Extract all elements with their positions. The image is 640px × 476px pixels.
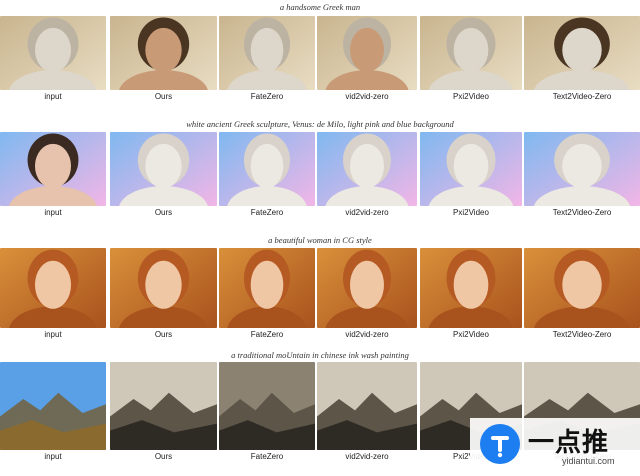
method-label: Ours: [154, 452, 173, 461]
result-image: [420, 248, 522, 328]
result-image: [0, 16, 106, 90]
method-label: FateZero: [250, 330, 284, 339]
result-cell: vid2vid-zero: [317, 248, 417, 342]
method-label: Text2Video-Zero: [552, 330, 612, 339]
result-image: [420, 16, 522, 90]
result-cell: Ours: [110, 362, 217, 464]
method-label: Pxi2Video: [453, 330, 489, 339]
method-label: input: [44, 330, 62, 339]
result-image: [110, 16, 217, 90]
method-label: input: [44, 452, 62, 461]
result-cell: Pxi2Video: [420, 16, 522, 104]
method-label: vid2vid-zero: [345, 208, 389, 217]
watermark-text: 一点推: [528, 428, 610, 458]
result-image: [110, 248, 217, 328]
result-cell: vid2vid-zero: [317, 362, 417, 464]
method-label: vid2vid-zero: [345, 452, 389, 461]
result-image: [219, 248, 315, 328]
watermark-url: yidiantui.com: [562, 456, 615, 466]
method-label: vid2vid-zero: [345, 330, 389, 339]
result-cell: FateZero: [219, 16, 315, 104]
result-image: [0, 248, 106, 328]
method-label: Pxi2Video: [453, 208, 489, 217]
method-label: vid2vid-zero: [345, 92, 389, 101]
result-cell: FateZero: [219, 362, 315, 464]
result-cell: FateZero: [219, 132, 315, 220]
row-3-caption: a beautiful woman in CG style: [268, 235, 372, 245]
result-cell: Text2Video-Zero: [524, 132, 640, 220]
method-label: Pxi2Video: [453, 92, 489, 101]
watermark: 一点推 yidiantui.com: [470, 418, 640, 476]
result-cell: input: [0, 248, 106, 342]
result-cell: Pxi2Video: [420, 132, 522, 220]
result-image: [110, 132, 217, 206]
result-cell: Text2Video-Zero: [524, 248, 640, 342]
result-image: [219, 16, 315, 90]
result-image: [420, 132, 522, 206]
watermark-logo-icon: [480, 424, 520, 464]
result-cell: FateZero: [219, 248, 315, 342]
result-cell: input: [0, 132, 106, 220]
result-image: [317, 16, 417, 90]
result-image: [0, 132, 106, 206]
method-label: FateZero: [250, 452, 284, 461]
result-image: [317, 362, 417, 450]
result-image: [524, 248, 640, 328]
result-image: [317, 248, 417, 328]
method-label: Ours: [154, 92, 173, 101]
row-4-caption: a traditional moUntain in chinese ink wa…: [231, 350, 409, 360]
row-1-caption: a handsome Greek man: [279, 2, 361, 12]
result-image: [0, 362, 106, 450]
result-image: [524, 132, 640, 206]
result-cell: vid2vid-zero: [317, 16, 417, 104]
method-label: FateZero: [250, 208, 284, 217]
result-image: [219, 132, 315, 206]
method-label: Text2Video-Zero: [552, 92, 612, 101]
result-cell: vid2vid-zero: [317, 132, 417, 220]
method-label: Ours: [154, 330, 173, 339]
method-label: Text2Video-Zero: [552, 208, 612, 217]
row-2-caption: white ancient Greek sculpture, Venus: de…: [186, 119, 454, 129]
method-label: input: [44, 208, 62, 217]
result-cell: Text2Video-Zero: [524, 16, 640, 104]
method-label: FateZero: [250, 92, 284, 101]
result-image: [110, 362, 217, 450]
method-label: input: [44, 92, 62, 101]
result-cell: Pxi2Video: [420, 248, 522, 342]
result-cell: input: [0, 16, 106, 104]
result-cell: Ours: [110, 16, 217, 104]
result-cell: Ours: [110, 132, 217, 220]
result-cell: Ours: [110, 248, 217, 342]
result-image: [219, 362, 315, 450]
result-cell: input: [0, 362, 106, 464]
result-image: [524, 16, 640, 90]
result-image: [317, 132, 417, 206]
method-label: Ours: [154, 208, 173, 217]
